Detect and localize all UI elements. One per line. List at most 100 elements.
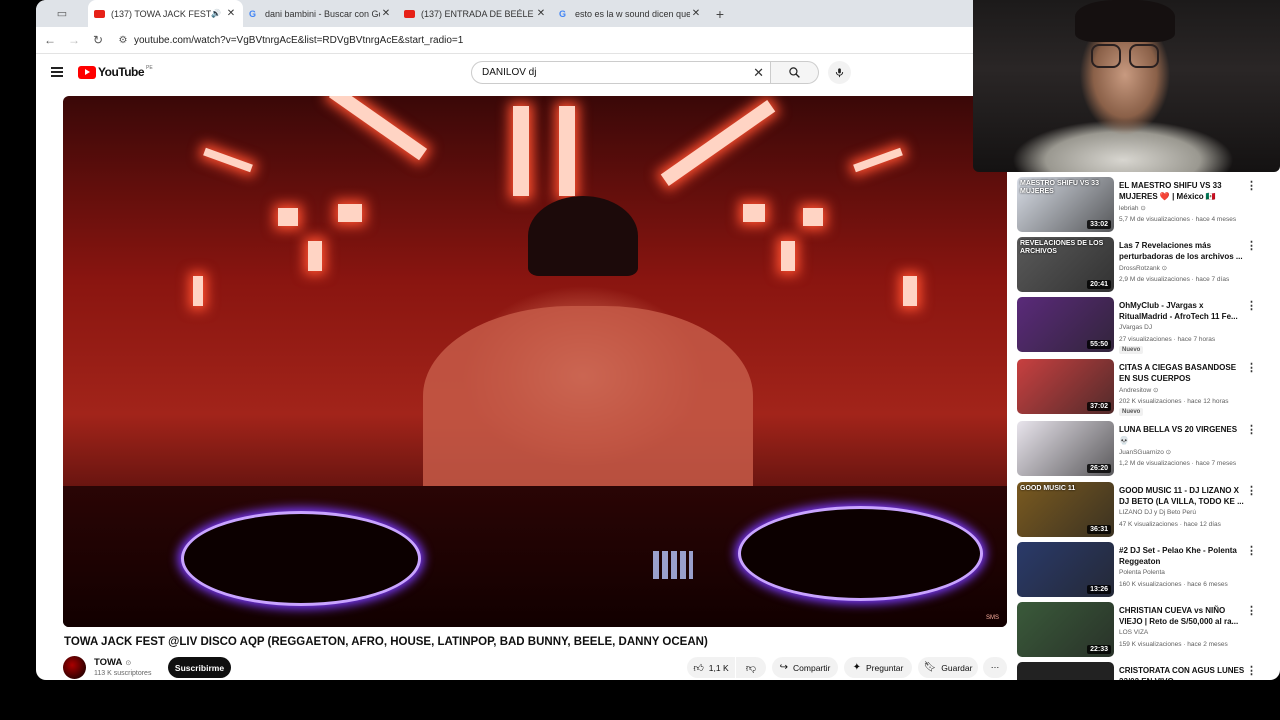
save-button[interactable]: 🔖︎ Guardar	[918, 657, 978, 678]
views-text: 5,7 M de visualizaciones	[1119, 216, 1190, 223]
thumbs-down-icon: 👎︎	[745, 662, 757, 674]
video-thumbnail[interactable]: 13:26	[1017, 542, 1114, 597]
more-actions-button[interactable]: ⋯	[983, 657, 1007, 678]
more-vertical-icon[interactable]: ⋮	[1246, 423, 1257, 436]
tab-3[interactable]: G esto es la w sound dicen que ✕	[553, 0, 708, 27]
recommendation-stats: 202 K visualizaciones · hace 12 horas	[1119, 398, 1229, 405]
url-field[interactable]: youtube.com/watch?v=VgBVtnrgAcE&list=RDV…	[134, 35, 463, 46]
forward-icon[interactable]: →	[62, 33, 86, 47]
channel-text: JVargas DJ	[1119, 324, 1153, 331]
recommendation-item[interactable]: 22:33 CHRISTIAN CUEVA vs NIÑO VIEJO | Re…	[1017, 602, 1267, 660]
recommendation-item[interactable]: 55:50 OhMyClub - JVargas x RitualMadrid …	[1017, 297, 1267, 355]
video-thumbnail[interactable]	[1017, 662, 1114, 680]
recommendation-channel[interactable]: DrossRotzank ⊙	[1119, 264, 1167, 272]
more-vertical-icon[interactable]: ⋮	[1246, 361, 1257, 374]
close-tab-icon[interactable]: ✕	[535, 8, 547, 19]
dj-body	[423, 306, 753, 506]
thumbs-up-icon: 👍︎	[693, 662, 704, 674]
site-settings-icon[interactable]: ⚙	[116, 35, 130, 46]
reload-icon[interactable]: ↻	[86, 33, 110, 47]
more-vertical-icon[interactable]: ⋮	[1246, 604, 1257, 617]
tab-0[interactable]: (137) TOWA JACK FEST @ 🔊 ✕	[88, 0, 243, 27]
tab-2[interactable]: (137) ENTRADA DE BEÉLE EN ✕	[398, 0, 553, 27]
sidebar-toggle-icon[interactable]: ▭	[36, 0, 88, 27]
views-text: 159 K visualizaciones	[1119, 641, 1182, 648]
recommendation-item[interactable]: MAESTRO SHIFU VS 33 MUJERES 33:02 EL MAE…	[1017, 177, 1267, 235]
new-tab-icon[interactable]: +	[708, 6, 732, 22]
ceiling-light	[803, 208, 823, 226]
recommendation-item[interactable]: 13:26 #2 DJ Set - Pelao Khe - Polenta Re…	[1017, 542, 1267, 600]
recommendation-channel[interactable]: lebriah ⊙	[1119, 204, 1146, 212]
video-title: TOWA JACK FEST @LIV DISCO AQP (REGGAETON…	[64, 636, 708, 648]
glasses-lens	[1091, 44, 1121, 68]
thumbnail-label	[1017, 602, 1114, 608]
dislike-button[interactable]: 👎︎	[736, 657, 766, 678]
close-tab-icon[interactable]: ✕	[380, 8, 392, 19]
ceiling-light	[513, 106, 529, 196]
subscribe-button[interactable]: Suscribirme	[168, 657, 231, 678]
close-tab-icon[interactable]: ✕	[225, 8, 237, 19]
video-thumbnail[interactable]: GOOD MUSIC 11 36:31	[1017, 482, 1114, 537]
recommendation-item[interactable]: GOOD MUSIC 11 36:31 GOOD MUSIC 11 - DJ L…	[1017, 482, 1267, 540]
recommendation-item[interactable]: 26:20 LUNA BELLA VS 20 VIRGENES 💀 JuanSG…	[1017, 421, 1267, 479]
thumbnail-label: GOOD MUSIC 11	[1020, 485, 1076, 492]
mic-button[interactable]	[828, 61, 851, 84]
like-button[interactable]: 👍︎ 1,1 K	[687, 657, 735, 678]
ceiling-light	[903, 276, 917, 306]
recommendation-title: CITAS A CIEGAS BASANDOSE EN SUS CUERPOS	[1119, 363, 1237, 383]
age-text: hace 7 horas	[1177, 336, 1216, 343]
more-vertical-icon[interactable]: ⋮	[1246, 664, 1257, 677]
recommendation-item[interactable]: CRISTORATA CON AGUS LUNES 23/02 EN VIVO …	[1017, 662, 1267, 680]
more-vertical-icon[interactable]: ⋮	[1246, 299, 1257, 312]
youtube-favicon-icon	[404, 9, 415, 18]
back-icon[interactable]: ←	[38, 33, 62, 47]
tab-title: esto es la w sound dicen que	[575, 8, 690, 19]
share-button[interactable]: ↪ Compartir	[772, 657, 838, 678]
channel-text: JuanSGuarnizo	[1119, 449, 1164, 456]
video-thumbnail[interactable]: 26:20	[1017, 421, 1114, 476]
recommendation-title: CHRISTIAN CUEVA vs NIÑO VIEJO | Reto de …	[1119, 606, 1239, 626]
more-vertical-icon[interactable]: ⋮	[1246, 544, 1257, 557]
recommendation-channel[interactable]: JuanSGuarnizo ⊙	[1119, 448, 1171, 456]
close-icon[interactable]: ✕	[753, 65, 764, 81]
more-vertical-icon[interactable]: ⋮	[1246, 484, 1257, 497]
video-thumbnail[interactable]: MAESTRO SHIFU VS 33 MUJERES 33:02	[1017, 177, 1114, 232]
age-text: hace 12 horas	[1187, 398, 1229, 405]
more-vertical-icon[interactable]: ⋮	[1246, 179, 1257, 192]
mic-icon	[835, 68, 844, 78]
close-tab-icon[interactable]: ✕	[690, 8, 702, 19]
video-thumbnail[interactable]: REVELACIONES DE LOS ARCHIVOS 20:41	[1017, 237, 1114, 292]
ask-button[interactable]: ✦ Preguntar	[844, 657, 912, 678]
video-thumbnail[interactable]: 37:02	[1017, 359, 1114, 414]
recommendation-channel[interactable]: JVargas DJ	[1119, 324, 1152, 331]
tab-1[interactable]: G dani bambini - Buscar con Go ✕	[243, 0, 398, 27]
video-player[interactable]: SMS	[63, 96, 1007, 627]
glasses-lens	[1129, 44, 1159, 68]
avatar[interactable]	[63, 656, 86, 679]
thumbnail-label: REVELACIONES DE LOS ARCHIVOS	[1020, 240, 1104, 255]
share-label: Compartir	[793, 662, 831, 673]
thumbnail-label	[1017, 542, 1114, 548]
address-bar: ← → ↻ ⚙ youtube.com/watch?v=VgBVtnrgAcE&…	[36, 27, 973, 54]
search-button[interactable]	[771, 61, 819, 84]
video-thumbnail[interactable]: 55:50	[1017, 297, 1114, 352]
recommendation-channel[interactable]: LIZANO DJ y Dj Beto Perú	[1119, 509, 1196, 516]
recommendation-item[interactable]: REVELACIONES DE LOS ARCHIVOS 20:41 Las 7…	[1017, 237, 1267, 295]
speaker-icon[interactable]: 🔊	[211, 9, 221, 18]
like-count: 1,1 K	[708, 662, 729, 673]
youtube-logo[interactable]: YouTube PE	[78, 65, 153, 79]
ceiling-light	[338, 204, 362, 222]
views-text: 160 K visualizaciones	[1119, 581, 1182, 588]
recommendation-channel[interactable]: Andresitow ⊙	[1119, 386, 1158, 394]
age-text: hace 2 meses	[1187, 641, 1228, 648]
age-text: hace 7 meses	[1195, 460, 1237, 467]
channel-name[interactable]: TOWA ⊙	[94, 657, 131, 668]
hamburger-icon[interactable]	[51, 67, 63, 77]
video-thumbnail[interactable]: 22:33	[1017, 602, 1114, 657]
recommendation-channel[interactable]: LOS VIZA	[1119, 629, 1148, 636]
recommendation-item[interactable]: 37:02 CITAS A CIEGAS BASANDOSE EN SUS CU…	[1017, 359, 1267, 417]
search-input[interactable]: DANILOV dj ✕	[471, 61, 771, 84]
more-vertical-icon[interactable]: ⋮	[1246, 239, 1257, 252]
recommendation-channel[interactable]: Polenta Polenta	[1119, 569, 1165, 576]
youtube-play-icon	[78, 65, 96, 79]
